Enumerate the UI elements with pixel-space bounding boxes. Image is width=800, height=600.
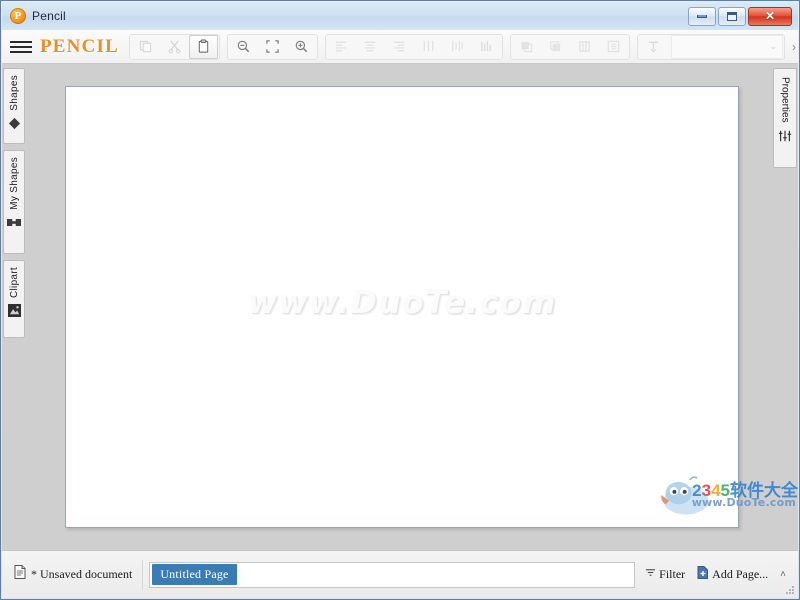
bring-to-front-button[interactable]: [512, 35, 541, 59]
main-toolbar: PENCIL ⌄ ›: [2, 30, 798, 64]
distribute-horizontal-icon: [579, 41, 590, 52]
copy-icon: [139, 40, 152, 53]
send-to-back-button[interactable]: [541, 35, 570, 59]
zoom-in-icon: [295, 40, 308, 53]
align-bottom-button[interactable]: [472, 35, 501, 59]
title-bar: P Pencil ✕: [2, 2, 798, 30]
collapse-panel-button[interactable]: ˄: [774, 569, 792, 580]
window-title: Pencil: [32, 9, 66, 23]
distribute-horizontal-button[interactable]: [570, 35, 599, 59]
document-status: * Unsaved document: [8, 559, 144, 590]
toolbar-group-arrange: [510, 33, 630, 60]
left-panel-tabs: Shapes My Shapes Clipart: [2, 64, 26, 550]
hamburger-line: [10, 45, 32, 48]
font-family-value: [677, 41, 769, 52]
sidebar-item-clipart[interactable]: Clipart: [3, 260, 25, 338]
align-center-icon: [364, 41, 376, 52]
zoom-out-button[interactable]: [229, 35, 258, 59]
status-bar: * Unsaved document Untitled Page Filter: [2, 550, 798, 598]
zoom-out-icon: [237, 40, 250, 53]
pencil-application-window: P Pencil ✕ PENCIL ⌄ › Shapes My Shapes C…: [0, 0, 800, 600]
cut-button[interactable]: [160, 35, 189, 59]
sidebar-item-shapes[interactable]: Shapes: [3, 68, 25, 144]
minimize-button[interactable]: [688, 6, 716, 26]
document-status-label: * Unsaved document: [31, 567, 133, 581]
send-to-back-icon: [550, 41, 561, 52]
align-bottom-icon: [481, 40, 491, 52]
shapes-diamond-icon: [8, 117, 21, 135]
add-page-icon: [697, 566, 709, 583]
close-icon: ✕: [764, 9, 776, 23]
toolbar-group-align: [325, 33, 503, 60]
chevron-right-icon: ›: [792, 39, 796, 54]
maximize-button[interactable]: [718, 6, 746, 26]
align-right-button[interactable]: [385, 35, 414, 59]
align-top-button[interactable]: [414, 35, 443, 59]
cut-icon: [168, 40, 181, 54]
paste-button[interactable]: [189, 34, 218, 59]
sliders-properties-icon: [778, 129, 792, 148]
toolbar-group-zoom: [227, 33, 318, 60]
chevron-up-icon: ˄: [780, 569, 786, 580]
app-brand-label: PENCIL: [40, 35, 119, 57]
zoom-in-button[interactable]: [287, 35, 316, 59]
canvas-watermark: www.DuoTe.com: [247, 283, 557, 321]
page-tab-bar[interactable]: Untitled Page: [149, 561, 636, 588]
filter-button[interactable]: Filter: [639, 563, 691, 586]
align-middle-icon: [452, 40, 463, 52]
toolbar-overflow-button[interactable]: ›: [792, 33, 796, 61]
hamburger-menu-icon[interactable]: [10, 32, 32, 62]
toolbar-group-text: ⌄: [637, 33, 785, 60]
font-family-dropdown[interactable]: ⌄: [671, 34, 783, 59]
right-panel-tabs: Properties: [772, 64, 798, 550]
align-top-icon: [423, 40, 434, 52]
clipart-image-icon: [7, 304, 21, 322]
sidebar-item-label: Shapes: [8, 75, 20, 111]
align-left-button[interactable]: [327, 35, 356, 59]
document-icon: [14, 565, 26, 584]
paste-icon: [198, 39, 209, 53]
maximize-icon: [727, 11, 737, 21]
hamburger-line: [10, 50, 32, 53]
sidebar-item-label: Clipart: [8, 267, 20, 298]
filter-icon: [645, 567, 656, 582]
add-page-label: Add Page...: [712, 567, 769, 581]
toolbar-group-clipboard: [129, 33, 220, 60]
copy-button[interactable]: [131, 35, 160, 59]
zoom-fit-icon: [266, 40, 279, 53]
chevron-down-icon: ⌄: [769, 41, 777, 51]
pencil-app-icon: P: [10, 8, 26, 24]
canvas-scroll-area[interactable]: www.DuoTe.com: [26, 64, 772, 550]
add-page-button[interactable]: Add Page...: [691, 562, 774, 587]
resize-grip[interactable]: [784, 584, 796, 596]
my-shapes-icon: [7, 216, 21, 234]
group-icon: [607, 40, 620, 53]
align-center-button[interactable]: [356, 35, 385, 59]
align-right-icon: [393, 41, 405, 52]
group-button[interactable]: [599, 35, 628, 59]
minimize-icon: [697, 14, 707, 18]
window-controls: ✕: [688, 6, 794, 26]
close-button[interactable]: ✕: [748, 6, 792, 26]
sidebar-item-properties[interactable]: Properties: [773, 68, 797, 168]
bring-to-front-icon: [521, 41, 533, 53]
drawing-canvas[interactable]: www.DuoTe.com: [65, 86, 739, 528]
filter-label: Filter: [659, 567, 686, 581]
sidebar-item-my-shapes[interactable]: My Shapes: [3, 150, 25, 254]
align-middle-button[interactable]: [443, 35, 472, 59]
sidebar-item-label: Properties: [779, 77, 791, 123]
zoom-fit-button[interactable]: [258, 35, 287, 59]
text-format-icon: [648, 41, 659, 53]
hamburger-line: [10, 40, 32, 43]
sidebar-item-label: My Shapes: [8, 157, 20, 210]
text-format-button[interactable]: [639, 35, 668, 59]
work-area: Shapes My Shapes Clipart www.DuoTe.com P…: [2, 64, 798, 550]
page-tab-untitled[interactable]: Untitled Page: [152, 564, 237, 585]
align-left-icon: [335, 41, 347, 52]
